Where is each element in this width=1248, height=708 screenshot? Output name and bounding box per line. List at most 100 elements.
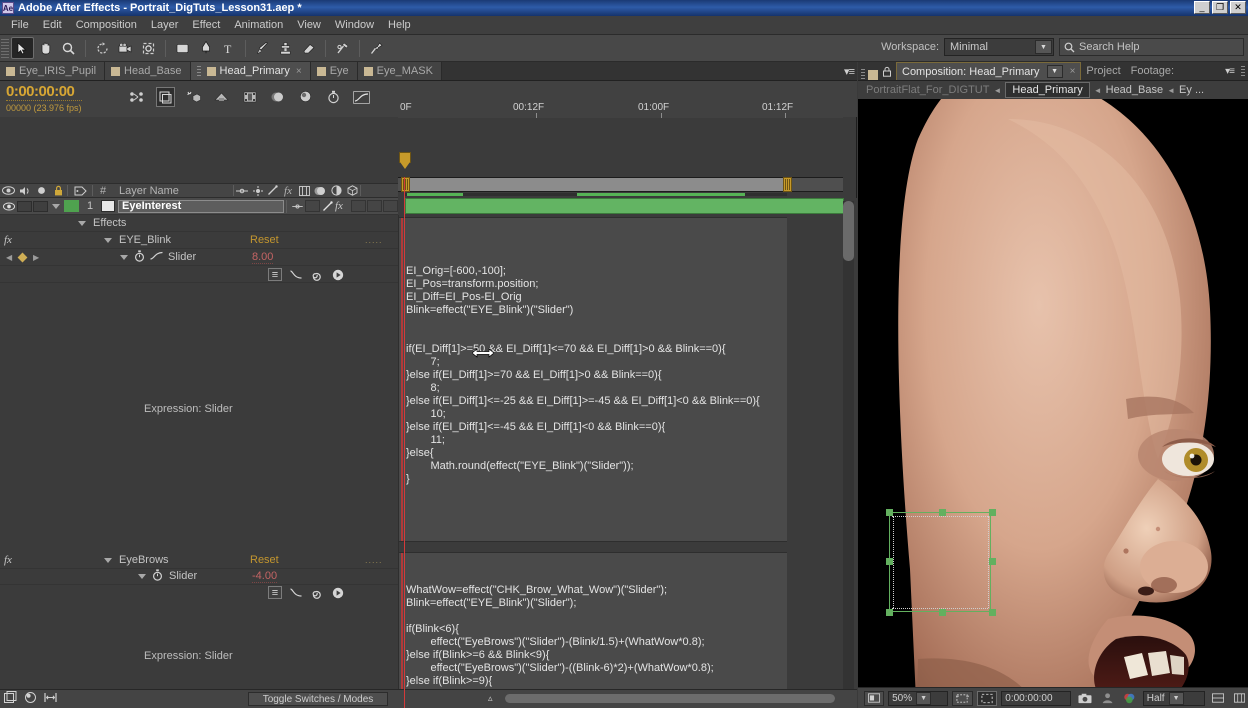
pan-behind-tool[interactable] — [137, 37, 160, 59]
breadcrumb-current[interactable]: Head_Primary — [1005, 82, 1090, 98]
close-button[interactable]: ✕ — [1230, 1, 1246, 14]
lock-panel-icon[interactable] — [882, 66, 892, 80]
graph-editor-icon[interactable] — [352, 87, 371, 107]
close-icon[interactable]: × — [296, 66, 302, 77]
expand-layer-icon[interactable] — [48, 203, 64, 209]
search-layers-icon[interactable] — [128, 87, 147, 107]
always-preview-this-view-icon[interactable] — [864, 690, 885, 706]
tab-eye[interactable]: Eye — [310, 62, 358, 80]
graph-editor-set-icon[interactable] — [150, 251, 163, 263]
reset-link-eye-blink[interactable]: Reset — [250, 234, 279, 246]
enable-expression-icon[interactable]: ≡ — [268, 586, 282, 599]
handle-bottom-right[interactable] — [989, 609, 996, 616]
rotation-tool[interactable] — [91, 37, 114, 59]
menu-composition[interactable]: Composition — [69, 17, 144, 33]
solo-switch-header[interactable] — [33, 186, 49, 195]
expand-effects-icon[interactable] — [78, 220, 86, 226]
chevron-down-icon[interactable]: ▼ — [1168, 691, 1184, 705]
table-row[interactable]: ◀ ▶ Slider 8.00 — [0, 249, 398, 266]
search-help-input[interactable]: Search Help — [1059, 38, 1244, 56]
auto-keyframe-icon[interactable] — [324, 87, 343, 107]
property-value-slider[interactable]: 8.00 — [252, 251, 274, 264]
hide-shy-layers-icon[interactable] — [212, 87, 231, 107]
expression-language-menu-icon[interactable] — [331, 586, 345, 599]
table-row[interactable]: fx EyeBrows Reset ..... — [0, 552, 398, 569]
pick-whip-icon[interactable] — [310, 586, 324, 599]
puppet-pin-tool[interactable] — [365, 37, 388, 59]
menu-help[interactable]: Help — [381, 17, 418, 33]
layer-selection-box[interactable] — [886, 509, 996, 616]
workspace-select[interactable]: Minimal ▼ — [944, 38, 1054, 56]
tab-composition-head-primary[interactable]: Composition: Head_Primary ▼ × — [896, 62, 1082, 80]
render-settings-icon[interactable] — [24, 691, 37, 707]
handle-top-left[interactable] — [886, 509, 893, 516]
breadcrumb-more[interactable]: Ey ... — [1179, 84, 1204, 96]
layer-name-column-header[interactable]: Layer Name — [113, 185, 233, 197]
show-snapshot-icon[interactable] — [1099, 691, 1116, 706]
quality-switch-header[interactable] — [250, 185, 265, 196]
panel-drag-handle-icon[interactable] — [861, 69, 865, 80]
table-row[interactable]: Effects — [0, 215, 398, 232]
resolution-select[interactable]: Half ▼ — [1142, 690, 1205, 706]
effects-switch-header[interactable] — [265, 185, 280, 196]
handle-bottom-left[interactable] — [886, 609, 893, 616]
toggle-view-layout-icon[interactable] — [1209, 691, 1227, 706]
menu-view[interactable]: View — [290, 17, 328, 33]
fx-switch-header[interactable]: fx — [280, 185, 296, 197]
menu-file[interactable]: File — [4, 17, 36, 33]
type-tool[interactable]: T — [217, 37, 240, 59]
current-time-display[interactable]: 0:00:00:00 00000 (23.976 fps) — [6, 83, 82, 113]
stretch-icon[interactable] — [44, 692, 57, 706]
zoom-out-timeline-icon[interactable]: ▵ — [488, 693, 493, 704]
audio-switch-header[interactable] — [17, 186, 33, 196]
toggle-switches-modes-button[interactable]: Toggle Switches / Modes — [248, 692, 388, 706]
camera-tool[interactable] — [114, 37, 137, 59]
region-of-interest-icon[interactable] — [952, 690, 974, 706]
motion-blur-switch-header[interactable] — [312, 186, 328, 196]
expand-eyebrows-icon[interactable] — [104, 557, 112, 563]
take-snapshot-icon[interactable] — [1075, 691, 1095, 706]
quality-switch[interactable] — [305, 200, 320, 212]
frame-blend-switch-header[interactable] — [296, 185, 312, 196]
minimize-button[interactable]: _ — [1194, 1, 1210, 14]
brush-tool[interactable] — [251, 37, 274, 59]
tab-eye-iris-pupil[interactable]: Eye_IRIS_Pupil — [0, 62, 106, 80]
show-channel-icon[interactable] — [1120, 691, 1139, 706]
work-area-end-handle[interactable] — [783, 177, 792, 192]
expression-editor-2-top[interactable] — [399, 552, 787, 582]
menu-effect[interactable]: Effect — [185, 17, 227, 33]
stopwatch-icon[interactable] — [134, 249, 145, 265]
audio-switch[interactable] — [17, 200, 32, 212]
selection-tool[interactable] — [11, 37, 34, 59]
reset-link-eyebrows[interactable]: Reset — [250, 554, 279, 566]
toggle-transparency-grid-icon[interactable] — [977, 690, 998, 706]
expression-graph-icon[interactable] — [289, 586, 303, 599]
expand-slider2-icon[interactable] — [138, 573, 146, 579]
keyframe-indicator-icon[interactable] — [17, 252, 28, 262]
tab-head-base[interactable]: Head_Base — [105, 62, 191, 80]
chevron-down-icon[interactable]: ▼ — [916, 691, 932, 705]
handle-top-right[interactable] — [989, 509, 996, 516]
menu-animation[interactable]: Animation — [227, 17, 290, 33]
handle-bottom-center[interactable] — [939, 609, 946, 616]
motion-blur-icon[interactable] — [268, 87, 287, 107]
table-row[interactable]: Slider -4.00 — [0, 568, 398, 585]
three-d-switch-header[interactable] — [344, 185, 360, 196]
expand-eye-blink-icon[interactable] — [104, 237, 112, 243]
stopwatch-icon[interactable] — [152, 568, 163, 584]
menu-layer[interactable]: Layer — [144, 17, 186, 33]
toggle-pixel-aspect-icon[interactable] — [1231, 691, 1248, 706]
parent-switch-header[interactable] — [234, 187, 250, 195]
handle-top-center[interactable] — [939, 509, 946, 516]
fx-switch[interactable]: fx — [335, 200, 351, 212]
next-keyframe-icon[interactable]: ▶ — [33, 253, 39, 262]
tab-project[interactable]: Project — [1081, 62, 1125, 80]
solo-switch[interactable] — [33, 200, 48, 212]
effects-switch[interactable] — [320, 200, 335, 212]
tab-drag-handle-icon[interactable] — [196, 65, 201, 77]
roto-brush-tool[interactable] — [331, 37, 354, 59]
draft-3d-icon[interactable] — [184, 87, 203, 107]
frame-blend-switch[interactable] — [351, 200, 366, 212]
expression-editor-1[interactable]: EI_Orig=[-600,-100]; EI_Pos=transform.po… — [399, 262, 787, 542]
label-column-header[interactable] — [68, 186, 92, 196]
